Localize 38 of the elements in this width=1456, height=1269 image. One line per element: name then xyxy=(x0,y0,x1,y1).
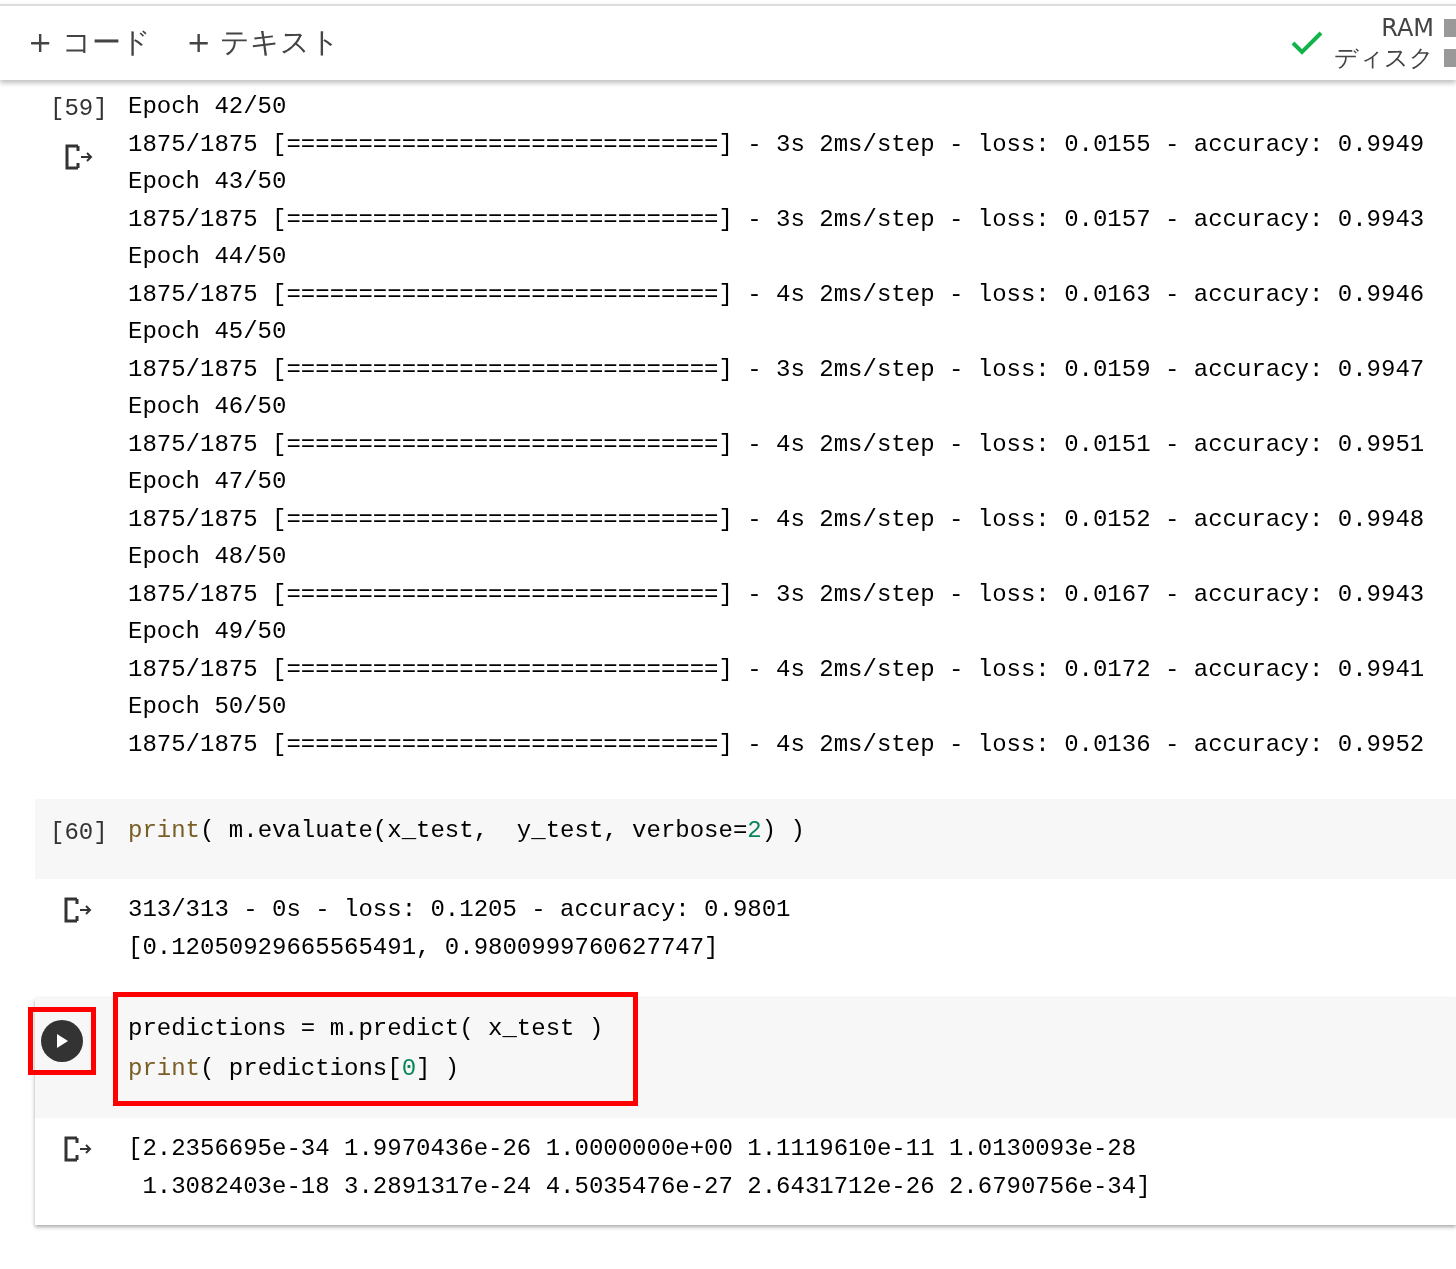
output-line: Epoch 48/50 xyxy=(128,542,288,572)
ram-label: RAM xyxy=(1381,13,1434,43)
output-line: Epoch 50/50 xyxy=(128,692,288,722)
execution-count: [60] xyxy=(50,818,108,848)
code-line: predictions = m.predict( x_test ) xyxy=(128,1014,604,1044)
output-line: Epoch 47/50 xyxy=(128,467,288,497)
output-line: 1875/1875 [==============================] - 3s 2ms/step - loss: 0.0157 - accuracy: 0.9943 xyxy=(128,204,1425,235)
play-icon xyxy=(55,1033,69,1049)
output-line: 1875/1875 [==============================] - 3s 2ms/step - loss: 0.0155 - accuracy: 0.9949 xyxy=(128,129,1425,160)
output-line: 1875/1875 [==============================] - 3s 2ms/step - loss: 0.0159 - accuracy: 0.9947 xyxy=(128,354,1425,385)
output-line: 1875/1875 [==============================] - 4s 2ms/step - loss: 0.0152 - accuracy: 0.9948 xyxy=(128,504,1425,535)
output-line: [0.12050929665565491, 0.9800999760627747] xyxy=(128,932,720,963)
disk-meter xyxy=(1444,49,1456,67)
output-line: Epoch 42/50 xyxy=(128,92,288,122)
output-line: 1.3082403e-18 3.2891317e-24 4.5035476e-27 2.6431712e-26 2.6790756e-34] xyxy=(141,1171,1151,1202)
execution-count: [59] xyxy=(50,94,108,124)
code-line: print( m.evaluate(x_test, y_test, verbose=2) ) xyxy=(128,816,805,846)
output-line: 1875/1875 [==============================] - 4s 2ms/step - loss: 0.0163 - accuracy: 0.9946 xyxy=(128,279,1425,310)
output-line: Epoch 43/50 xyxy=(128,167,288,197)
ram-meter xyxy=(1444,19,1456,37)
output-line: Epoch 45/50 xyxy=(128,317,288,347)
output-icon xyxy=(64,144,94,170)
output-icon xyxy=(63,1136,93,1162)
output-line: 1875/1875 [==============================] - 4s 2ms/step - loss: 0.0172 - accuracy: 0.9941 xyxy=(128,654,1425,685)
output-line: Epoch 44/50 xyxy=(128,242,288,272)
output-icon xyxy=(63,897,93,923)
output-line: [2.2356695e-34 1.9970436e-26 1.0000000e+00 1.1119610e-11 1.0130093e-28 xyxy=(128,1134,1138,1164)
output-line: 313/313 - 0s - loss: 0.1205 - accuracy: 0.9801 xyxy=(128,895,791,925)
code-line: print( predictions[0] ) xyxy=(128,1054,461,1084)
disk-label: ディスク xyxy=(1334,43,1434,73)
add-cell-button[interactable]: + テキスト xyxy=(186,21,341,65)
output-line: 1875/1875 [==============================] - 4s 2ms/step - loss: 0.0136 - accuracy: 0.9952 xyxy=(128,729,1425,760)
output-line: Epoch 46/50 xyxy=(128,392,288,422)
output-line: 1875/1875 [==============================] - 4s 2ms/step - loss: 0.0151 - accuracy: 0.9951 xyxy=(128,429,1425,460)
output-line: Epoch 49/50 xyxy=(128,617,288,647)
run-button[interactable] xyxy=(41,1020,83,1062)
output-line: 1875/1875 [==============================] - 3s 2ms/step - loss: 0.0167 - accuracy: 0.9943 xyxy=(128,579,1425,610)
add-cell-button[interactable]: + コード xyxy=(28,21,151,65)
